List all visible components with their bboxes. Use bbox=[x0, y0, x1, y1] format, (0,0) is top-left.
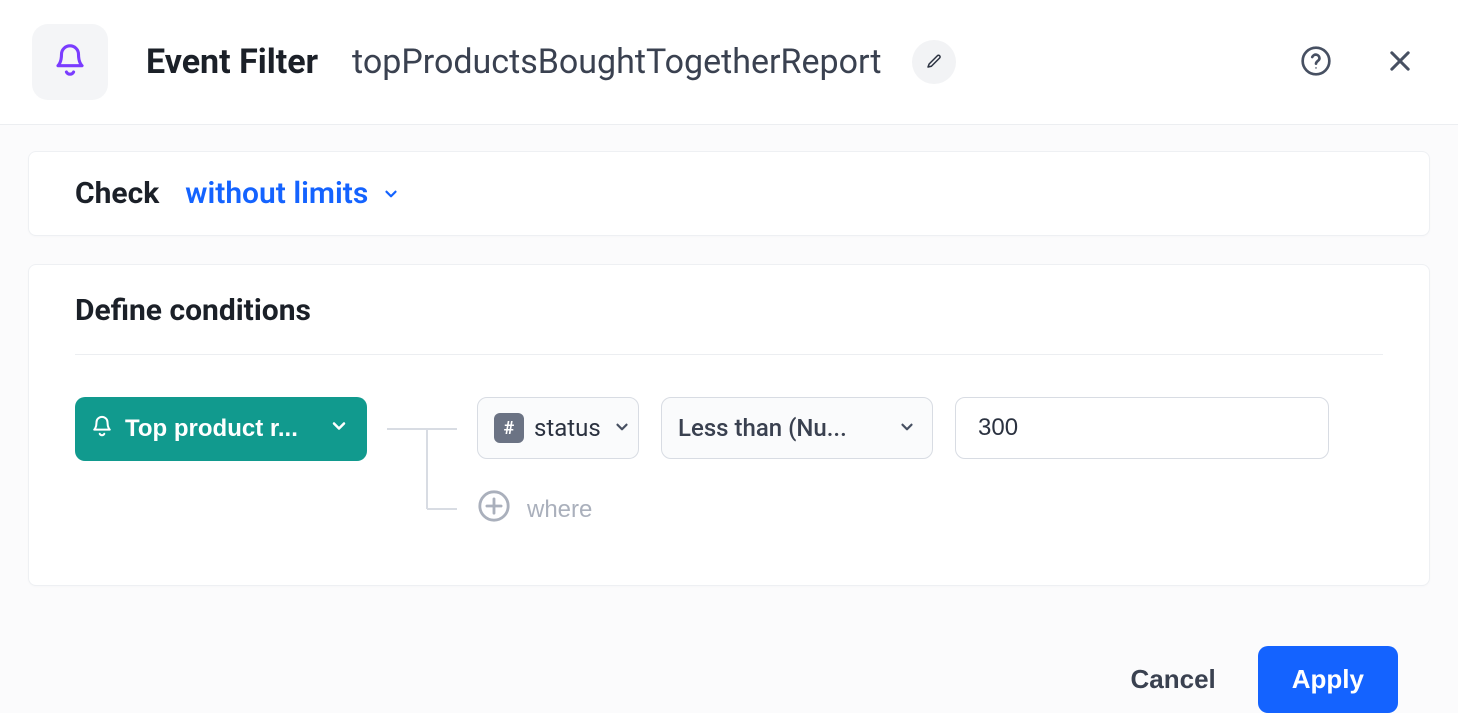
conditions-card: Define conditions Top product r... bbox=[28, 264, 1430, 586]
check-mode-select[interactable]: without limits bbox=[185, 176, 400, 211]
condition-controls-stack: # status Less than (Nu... bbox=[477, 397, 1329, 534]
conditions-title: Define conditions bbox=[75, 293, 1383, 355]
operator-value: Less than (Nu... bbox=[678, 414, 847, 442]
plus-circle-icon bbox=[477, 489, 511, 530]
close-button[interactable] bbox=[1378, 40, 1422, 84]
bell-icon bbox=[53, 41, 87, 83]
check-label: Check bbox=[75, 176, 159, 211]
cancel-button[interactable]: Cancel bbox=[1123, 654, 1224, 705]
condition-controls: # status Less than (Nu... bbox=[477, 397, 1329, 459]
bell-small-icon bbox=[91, 414, 113, 445]
check-row: Check without limits bbox=[75, 176, 1383, 211]
field-value: status bbox=[534, 414, 601, 442]
chevron-down-icon bbox=[329, 415, 349, 443]
field-select[interactable]: # status bbox=[477, 397, 639, 459]
edit-name-button[interactable] bbox=[912, 40, 956, 84]
hash-icon: # bbox=[494, 413, 524, 443]
condition-row: Top product r... bbox=[75, 397, 1383, 537]
apply-button[interactable]: Apply bbox=[1258, 646, 1398, 713]
event-select[interactable]: Top product r... bbox=[75, 397, 367, 461]
check-mode-value: without limits bbox=[185, 176, 368, 211]
operator-select[interactable]: Less than (Nu... bbox=[661, 397, 933, 459]
value-input[interactable] bbox=[955, 397, 1329, 459]
page-title: Event Filter bbox=[146, 42, 318, 82]
header-icon-box bbox=[32, 24, 108, 100]
event-label: Top product r... bbox=[125, 415, 298, 443]
help-icon bbox=[1300, 45, 1332, 80]
pencil-icon bbox=[925, 52, 943, 73]
condition-connector bbox=[367, 397, 477, 537]
filter-name: topProductsBoughtTogetherReport bbox=[352, 42, 881, 82]
close-icon bbox=[1386, 47, 1414, 78]
chevron-down-icon bbox=[898, 414, 916, 442]
chevron-down-icon bbox=[382, 176, 400, 211]
help-button[interactable] bbox=[1294, 40, 1338, 84]
add-where-button[interactable]: where bbox=[477, 485, 1329, 534]
body-area: Check without limits Define conditions bbox=[0, 125, 1458, 713]
add-where-label: where bbox=[527, 496, 592, 524]
footer-actions: Cancel Apply bbox=[28, 614, 1430, 713]
header-bar: Event Filter topProductsBoughtTogetherRe… bbox=[0, 0, 1458, 125]
chevron-down-icon bbox=[613, 414, 631, 442]
check-card: Check without limits bbox=[28, 151, 1430, 236]
